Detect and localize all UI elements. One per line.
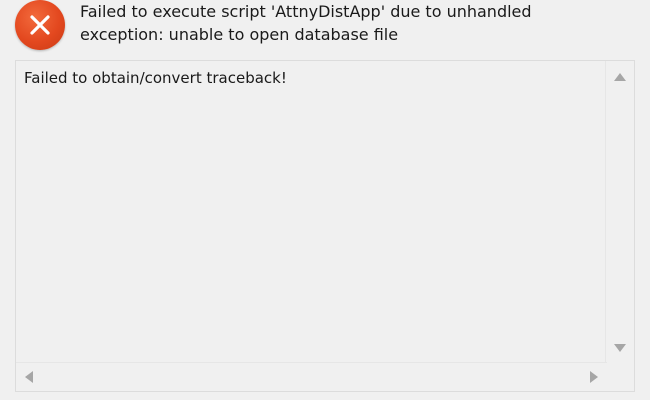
traceback-text: Failed to obtain/convert traceback! (24, 69, 287, 87)
error-message-line-1: Failed to execute script 'AttnyDistApp' … (80, 2, 532, 21)
error-icon (15, 0, 65, 50)
scrollbar-corner (606, 363, 634, 391)
scroll-up-arrow-icon[interactable] (614, 73, 626, 81)
scroll-down-arrow-icon[interactable] (614, 344, 626, 352)
error-dialog: Failed to execute script 'AttnyDistApp' … (0, 0, 650, 400)
error-message-line-2: exception: unable to open database file (80, 25, 399, 44)
traceback-textarea[interactable]: Failed to obtain/convert traceback! (15, 60, 635, 392)
scroll-left-arrow-icon[interactable] (25, 371, 33, 383)
error-message: Failed to execute script 'AttnyDistApp' … (80, 0, 640, 46)
vertical-scrollbar[interactable] (605, 61, 634, 364)
scroll-right-arrow-icon[interactable] (590, 371, 598, 383)
horizontal-scrollbar[interactable] (16, 362, 607, 391)
